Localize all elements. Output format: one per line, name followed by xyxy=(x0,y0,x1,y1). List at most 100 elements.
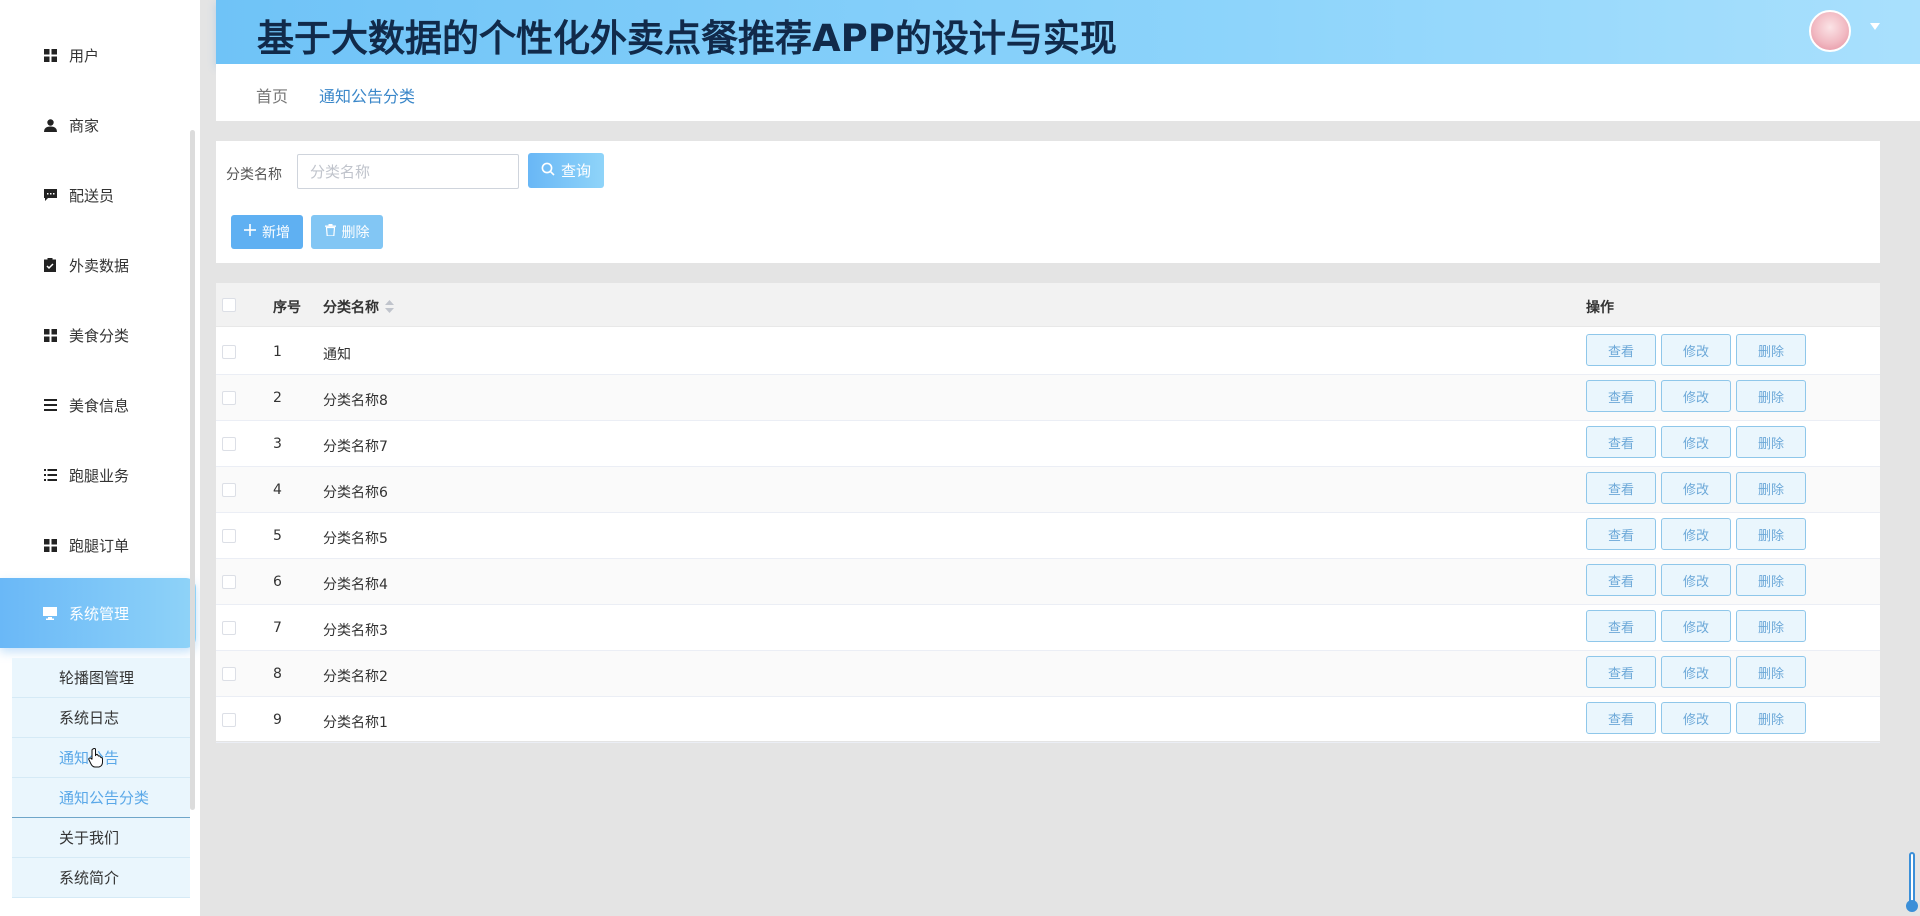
view-button[interactable]: 查看 xyxy=(1586,610,1656,642)
view-button[interactable]: 查看 xyxy=(1586,518,1656,550)
header-category-name[interactable]: 分类名称 xyxy=(323,297,394,317)
view-button[interactable]: 查看 xyxy=(1586,334,1656,366)
grid-icon xyxy=(43,48,57,62)
sidebar-item-errand-business[interactable]: 跑腿业务 xyxy=(0,440,196,510)
delete-button[interactable]: 删除 xyxy=(1736,702,1806,734)
row-checkbox[interactable] xyxy=(222,621,236,635)
delete-button[interactable]: 删除 xyxy=(1736,518,1806,550)
delete-button[interactable]: 删除 xyxy=(1736,656,1806,688)
list-icon xyxy=(43,398,57,412)
edit-button[interactable]: 修改 xyxy=(1661,380,1731,412)
grid-icon xyxy=(43,538,57,552)
row-checkbox[interactable] xyxy=(222,483,236,497)
delete-button[interactable]: 删除 xyxy=(1736,472,1806,504)
row-category-name: 通知 xyxy=(323,347,351,363)
edit-button[interactable]: 修改 xyxy=(1661,610,1731,642)
breadcrumb-home[interactable]: 首页 xyxy=(256,83,288,107)
row-category-name: 分类名称2 xyxy=(323,669,388,685)
caret-down-icon[interactable] xyxy=(1870,23,1880,30)
view-button[interactable]: 查看 xyxy=(1586,472,1656,504)
select-all-checkbox[interactable] xyxy=(222,298,236,312)
row-index: 2 xyxy=(273,390,282,406)
row-index: 6 xyxy=(273,574,282,590)
add-button-label: 新增 xyxy=(262,225,290,241)
delete-button[interactable]: 删除 xyxy=(1736,564,1806,596)
table-row: 5 分类名称5 查看 修改 删除 xyxy=(216,513,1880,559)
submenu-item-carousel[interactable]: 轮播图管理 xyxy=(12,658,190,698)
scroll-handle[interactable] xyxy=(1906,900,1918,912)
sidebar-item-errand-orders[interactable]: 跑腿订单 xyxy=(0,510,196,580)
sidebar-item-food-category[interactable]: 美食分类 xyxy=(0,300,196,370)
breadcrumb: 首页 通知公告分类 xyxy=(216,64,1920,121)
header-category-name-label: 分类名称 xyxy=(323,300,379,316)
sidebar-item-merchants[interactable]: 商家 xyxy=(0,90,196,160)
sidebar-item-label: 商家 xyxy=(69,116,100,135)
delete-button[interactable]: 删除 xyxy=(1736,426,1806,458)
sort-icon[interactable] xyxy=(385,299,394,317)
hand-cursor-icon xyxy=(88,748,104,772)
sidebar: 用户 商家 配送员 外卖数据 美食分类 美食信息 跑腿业务 跑腿订单 系统管理 … xyxy=(0,0,200,916)
row-category-name: 分类名称7 xyxy=(323,439,388,455)
submenu-item-about-us[interactable]: 关于我们 xyxy=(12,818,190,858)
row-category-name: 分类名称4 xyxy=(323,577,388,593)
edit-button[interactable]: 修改 xyxy=(1661,702,1731,734)
view-button[interactable]: 查看 xyxy=(1586,702,1656,734)
query-button[interactable]: 查询 xyxy=(528,153,604,188)
table-row: 3 分类名称7 查看 修改 删除 xyxy=(216,421,1880,467)
view-button[interactable]: 查看 xyxy=(1586,656,1656,688)
category-name-input[interactable] xyxy=(297,154,519,189)
sidebar-item-label: 外卖数据 xyxy=(69,256,130,275)
table-row: 9 分类名称1 查看 修改 删除 xyxy=(216,697,1880,743)
edit-button[interactable]: 修改 xyxy=(1661,472,1731,504)
header-actions: 操作 xyxy=(1586,300,1614,316)
submenu-item-system-log[interactable]: 系统日志 xyxy=(12,698,190,738)
view-button[interactable]: 查看 xyxy=(1586,426,1656,458)
row-index: 3 xyxy=(273,436,282,452)
row-checkbox[interactable] xyxy=(222,667,236,681)
chat-icon xyxy=(43,188,57,202)
sidebar-item-label: 跑腿业务 xyxy=(69,466,130,485)
view-button[interactable]: 查看 xyxy=(1586,564,1656,596)
add-button[interactable]: 新增 xyxy=(231,215,303,249)
sidebar-item-food-info[interactable]: 美食信息 xyxy=(0,370,196,440)
row-checkbox[interactable] xyxy=(222,713,236,727)
delete-button[interactable]: 删除 xyxy=(1736,380,1806,412)
sidebar-item-delivery-data[interactable]: 外卖数据 xyxy=(0,230,196,300)
edit-button[interactable]: 修改 xyxy=(1661,656,1731,688)
app-title: 基于大数据的个性化外卖点餐推荐APP的设计与实现 xyxy=(257,17,1117,60)
edit-button[interactable]: 修改 xyxy=(1661,334,1731,366)
search-icon xyxy=(541,162,555,180)
row-checkbox[interactable] xyxy=(222,345,236,359)
sidebar-item-system-management[interactable]: 系统管理 xyxy=(0,578,196,648)
sidebar-item-users[interactable]: 用户 xyxy=(0,20,196,90)
edit-button[interactable]: 修改 xyxy=(1661,518,1731,550)
row-checkbox[interactable] xyxy=(222,575,236,589)
row-checkbox[interactable] xyxy=(222,529,236,543)
category-name-label: 分类名称 xyxy=(226,167,282,183)
category-table: 序号 分类名称 操作 1 通知 查看 修改 删除 2 分类名称8 查看 修改 删除 3 分类名称7 查看… xyxy=(216,283,1880,743)
table-row: 1 通知 查看 修改 删除 xyxy=(216,329,1880,375)
batch-delete-button[interactable]: 删除 xyxy=(311,215,383,249)
avatar[interactable] xyxy=(1809,10,1851,52)
delete-button[interactable]: 删除 xyxy=(1736,334,1806,366)
row-category-name: 分类名称6 xyxy=(323,485,388,501)
table-row: 2 分类名称8 查看 修改 删除 xyxy=(216,375,1880,421)
edit-button[interactable]: 修改 xyxy=(1661,426,1731,458)
submenu-item-notice-category[interactable]: 通知公告分类 xyxy=(12,778,190,818)
row-checkbox[interactable] xyxy=(222,437,236,451)
table-row: 8 分类名称2 查看 修改 删除 xyxy=(216,651,1880,697)
sidebar-scrollbar[interactable] xyxy=(190,130,195,810)
sidebar-item-label: 美食信息 xyxy=(69,396,130,415)
view-button[interactable]: 查看 xyxy=(1586,380,1656,412)
sidebar-item-couriers[interactable]: 配送员 xyxy=(0,160,196,230)
submenu-item-system-intro[interactable]: 系统简介 xyxy=(12,858,190,898)
search-panel: 分类名称 查询 新增 删除 xyxy=(216,141,1880,263)
edit-button[interactable]: 修改 xyxy=(1661,564,1731,596)
delete-button[interactable]: 删除 xyxy=(1736,610,1806,642)
row-index: 5 xyxy=(273,528,282,544)
sidebar-item-label: 跑腿订单 xyxy=(69,536,130,555)
list-icon xyxy=(43,468,57,482)
sidebar-item-label: 美食分类 xyxy=(69,326,130,345)
row-checkbox[interactable] xyxy=(222,391,236,405)
row-index: 8 xyxy=(273,666,282,682)
